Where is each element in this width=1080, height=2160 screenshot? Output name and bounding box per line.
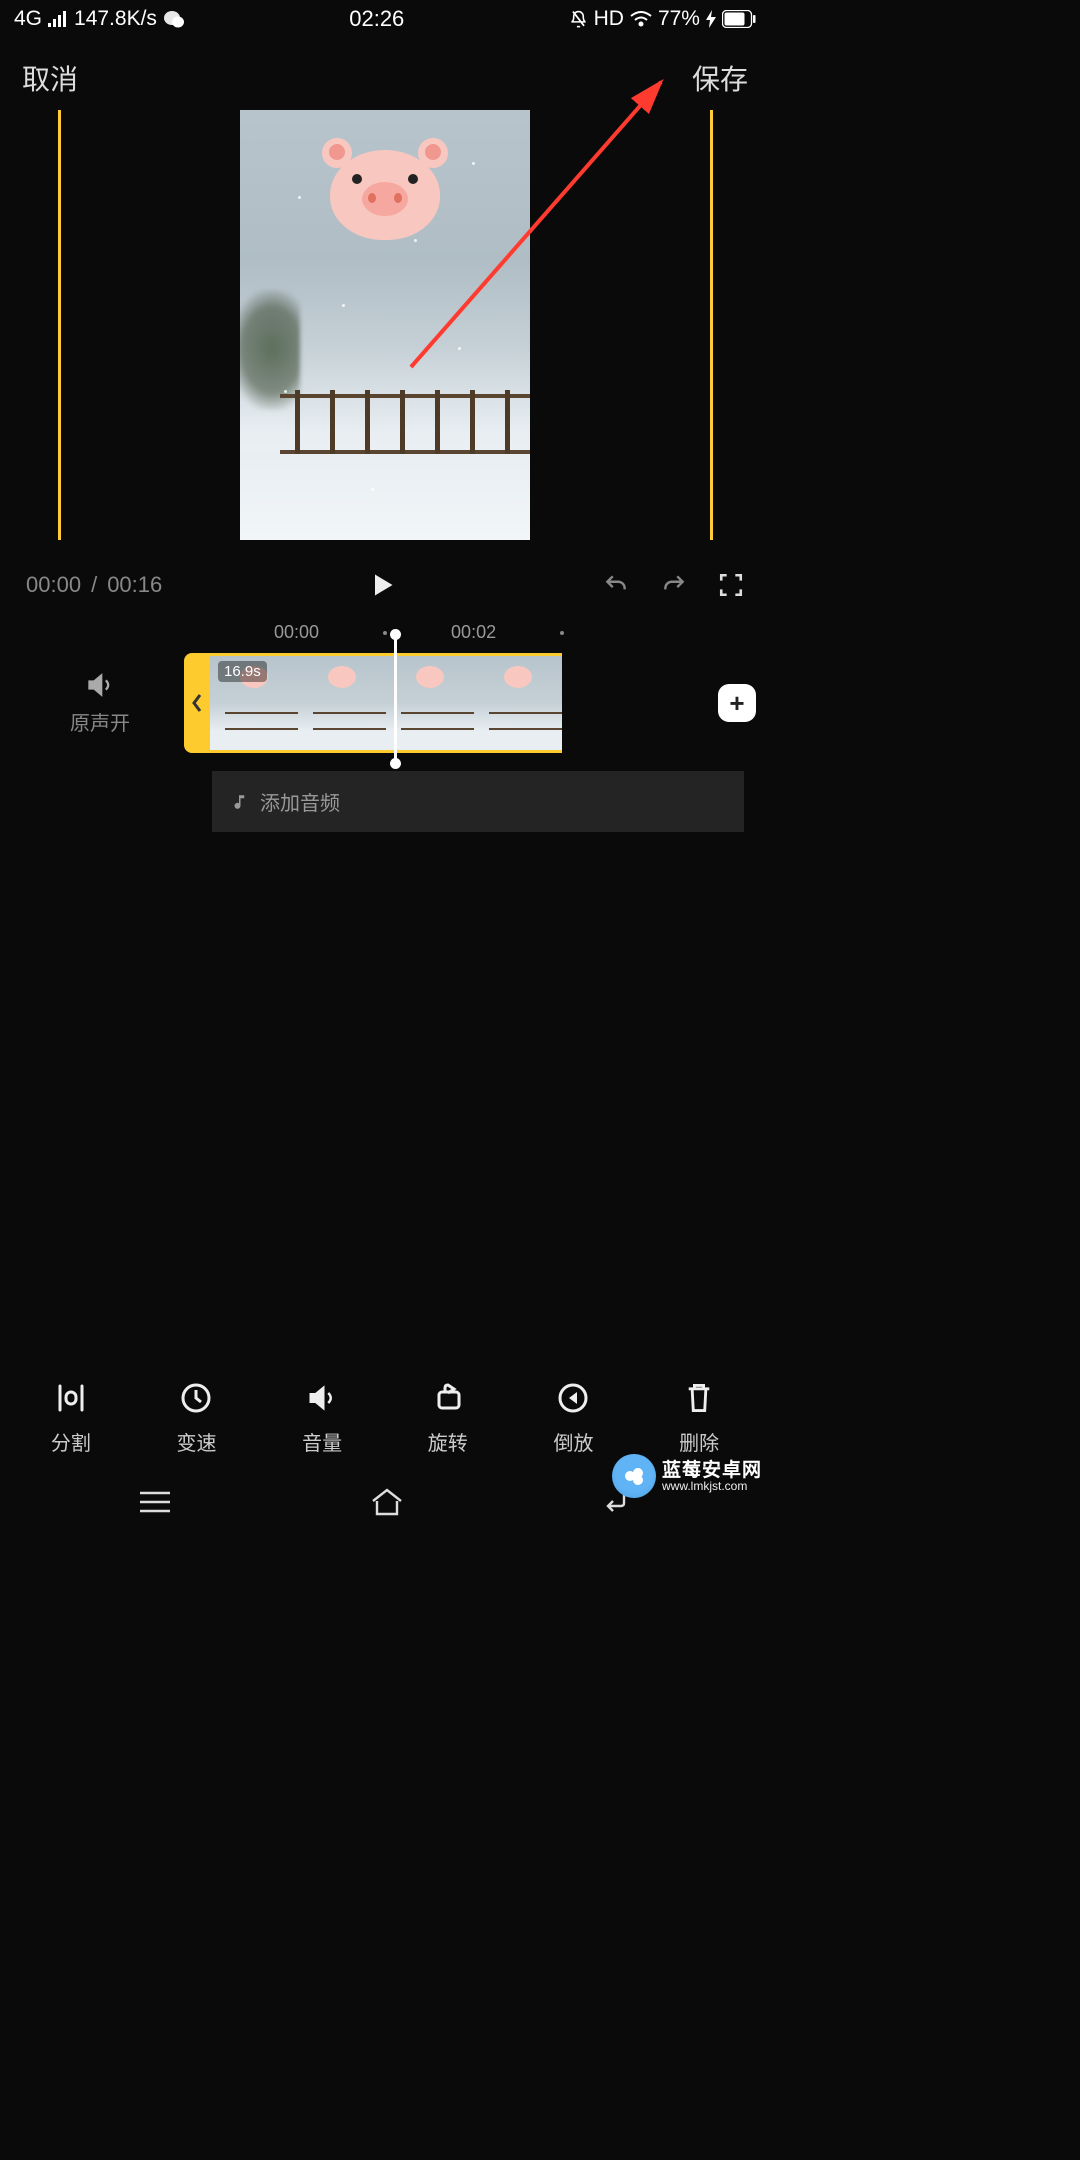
speaker-icon bbox=[85, 671, 115, 699]
clip-duration-badge: 16.9s bbox=[218, 661, 267, 682]
status-bar: 4G 147.8K/s 02:26 HD 77% bbox=[0, 0, 770, 38]
speed-label: 147.8K/s bbox=[74, 7, 157, 31]
preview-area bbox=[0, 110, 770, 556]
rotate-icon bbox=[431, 1382, 465, 1414]
menu-icon bbox=[138, 1490, 172, 1514]
tool-label: 倒放 bbox=[553, 1427, 593, 1456]
battery-icon bbox=[722, 10, 756, 28]
ruler-tick-1: 00:02 bbox=[451, 622, 496, 643]
tool-rotate[interactable]: 旋转 bbox=[428, 1381, 468, 1456]
watermark: 蓝莓安卓网 www.lmkjst.com bbox=[612, 1454, 762, 1498]
time-separator: / bbox=[91, 572, 97, 598]
total-duration: 00:16 bbox=[107, 572, 162, 598]
undo-button[interactable] bbox=[602, 572, 630, 598]
split-icon bbox=[54, 1382, 88, 1414]
video-preview[interactable] bbox=[240, 110, 530, 540]
add-audio-button[interactable]: 添加音频 bbox=[212, 771, 744, 832]
nav-home-button[interactable] bbox=[369, 1487, 405, 1522]
clip-strip[interactable]: 16.9s bbox=[210, 653, 562, 753]
volume-icon bbox=[305, 1383, 339, 1413]
playback-controls: 00:00 / 00:16 bbox=[0, 556, 770, 614]
hd-label: HD bbox=[594, 7, 624, 31]
tool-label: 旋转 bbox=[428, 1427, 468, 1456]
redo-button[interactable] bbox=[660, 572, 688, 598]
preview-frame bbox=[143, 110, 628, 540]
sound-toggle[interactable]: 原声开 bbox=[26, 671, 174, 736]
trash-icon bbox=[685, 1382, 713, 1414]
status-right: HD 77% bbox=[569, 7, 756, 31]
clip-left-handle[interactable] bbox=[184, 653, 210, 753]
ruler-dot bbox=[560, 631, 564, 635]
tool-label: 变速 bbox=[176, 1427, 216, 1456]
play-button[interactable] bbox=[368, 570, 396, 600]
watermark-title: 蓝莓安卓网 bbox=[662, 1461, 762, 1480]
status-left: 4G 147.8K/s bbox=[14, 7, 185, 31]
sound-label: 原声开 bbox=[70, 707, 130, 736]
tool-reverse[interactable]: 倒放 bbox=[553, 1381, 593, 1456]
fullscreen-button[interactable] bbox=[718, 572, 744, 598]
mute-icon bbox=[569, 9, 588, 30]
watermark-sub: www.lmkjst.com bbox=[662, 1480, 762, 1492]
add-audio-label: 添加音频 bbox=[260, 787, 340, 816]
timeline-ruler[interactable]: 00:00 00:02 bbox=[248, 614, 770, 653]
clip-thumb[interactable] bbox=[298, 656, 386, 750]
frame-left-handle[interactable] bbox=[58, 110, 61, 540]
tool-label: 删除 bbox=[679, 1427, 719, 1456]
signal-icon bbox=[48, 11, 68, 27]
ruler-tick-0: 00:00 bbox=[274, 622, 319, 643]
tool-speed[interactable]: 变速 bbox=[176, 1381, 216, 1456]
battery-label: 77% bbox=[658, 7, 700, 31]
tree-graphic bbox=[240, 290, 300, 410]
nav-menu-button[interactable] bbox=[138, 1490, 172, 1519]
tool-volume[interactable]: 音量 bbox=[302, 1381, 342, 1456]
bolt-icon bbox=[706, 10, 716, 28]
add-clip-button[interactable]: + bbox=[718, 684, 756, 722]
ruler-dot bbox=[383, 631, 387, 635]
clip-thumb[interactable] bbox=[474, 656, 562, 750]
status-time: 02:26 bbox=[349, 6, 404, 32]
time-display: 00:00 / 00:16 bbox=[26, 572, 162, 598]
reverse-icon bbox=[556, 1381, 590, 1415]
tool-label: 分割 bbox=[51, 1427, 91, 1456]
cancel-button[interactable]: 取消 bbox=[22, 58, 78, 98]
plus-icon: + bbox=[729, 688, 744, 719]
header: 取消 保存 bbox=[0, 38, 770, 110]
tool-split[interactable]: 分割 bbox=[51, 1381, 91, 1456]
home-icon bbox=[369, 1487, 405, 1517]
clip-thumb[interactable] bbox=[386, 656, 474, 750]
clip-tray[interactable]: 16.9s + bbox=[184, 653, 744, 753]
speed-icon bbox=[179, 1381, 213, 1415]
frame-right-handle[interactable] bbox=[710, 110, 713, 540]
fence-graphic bbox=[280, 394, 530, 454]
save-button[interactable]: 保存 bbox=[692, 58, 748, 98]
music-note-icon bbox=[230, 793, 248, 811]
pig-sticker[interactable] bbox=[320, 150, 450, 240]
watermark-logo bbox=[612, 1454, 656, 1498]
chevron-left-icon bbox=[190, 693, 204, 713]
current-time: 00:00 bbox=[26, 572, 81, 598]
wechat-icon bbox=[163, 9, 185, 29]
playhead[interactable] bbox=[394, 635, 397, 763]
wifi-icon bbox=[630, 11, 652, 27]
snow-ground bbox=[240, 454, 530, 540]
timeline-row: 原声开 16.9s + bbox=[0, 653, 770, 753]
clip-thumb[interactable]: 16.9s bbox=[210, 656, 298, 750]
tool-label: 音量 bbox=[302, 1427, 342, 1456]
tool-delete[interactable]: 删除 bbox=[679, 1381, 719, 1456]
network-label: 4G bbox=[14, 7, 42, 31]
